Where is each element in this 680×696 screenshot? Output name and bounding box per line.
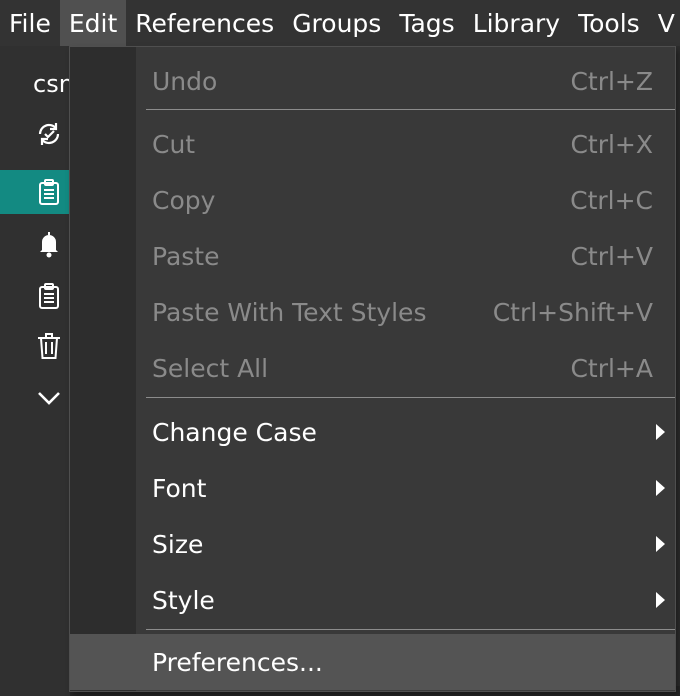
menu-item-select-all[interactable]: Select All Ctrl+A [70, 340, 675, 396]
menu-item-label: Change Case [152, 417, 317, 447]
library-name[interactable]: csn [33, 70, 74, 98]
sync-icon[interactable] [0, 112, 70, 156]
menu-item-label: Paste [152, 241, 220, 271]
submenu-arrow-icon [656, 424, 665, 440]
menu-item-copy[interactable]: Copy Ctrl+C [70, 172, 675, 228]
menu-item-label: Copy [152, 185, 216, 215]
clipboard-icon[interactable] [0, 170, 70, 214]
submenu-arrow-icon [656, 536, 665, 552]
menu-separator [146, 629, 675, 630]
edit-menu-dropdown: Undo Ctrl+Z Cut Ctrl+X Copy Ctrl+C Paste… [69, 46, 676, 692]
menu-item-shortcut: Ctrl+Z [570, 66, 653, 96]
menu-tags[interactable]: Tags [390, 0, 463, 46]
menu-item-change-case[interactable]: Change Case [70, 404, 675, 460]
menu-item-font[interactable]: Font [70, 460, 675, 516]
menu-item-label: Font [152, 473, 207, 503]
submenu-arrow-icon [656, 592, 665, 608]
menu-item-paste-with-text-styles[interactable]: Paste With Text Styles Ctrl+Shift+V [70, 284, 675, 340]
menu-bar: File Edit References Groups Tags Library… [0, 0, 680, 46]
menu-item-shortcut: Ctrl+V [570, 241, 653, 271]
clipboard-icon[interactable] [0, 274, 70, 318]
menu-view[interactable]: V [649, 0, 680, 46]
menu-item-style[interactable]: Style [70, 572, 675, 628]
menu-item-shortcut: Ctrl+X [570, 129, 653, 159]
menu-item-shortcut: Ctrl+Shift+V [492, 297, 653, 327]
menu-item-undo[interactable]: Undo Ctrl+Z [70, 53, 675, 109]
menu-item-cut[interactable]: Cut Ctrl+X [70, 116, 675, 172]
bell-icon[interactable] [0, 222, 70, 266]
menu-item-label: Paste With Text Styles [152, 297, 427, 327]
menu-item-size[interactable]: Size [70, 516, 675, 572]
menu-item-preferences[interactable]: Preferences... [70, 634, 675, 690]
menu-references[interactable]: References [126, 0, 283, 46]
menu-item-label: Size [152, 529, 204, 559]
menu-item-label: Preferences... [152, 647, 323, 677]
menu-item-label: Select All [152, 353, 269, 383]
trash-icon[interactable] [0, 324, 70, 368]
menu-groups[interactable]: Groups [283, 0, 390, 46]
menu-item-shortcut: Ctrl+C [570, 185, 653, 215]
menu-separator [146, 109, 675, 110]
menu-item-paste[interactable]: Paste Ctrl+V [70, 228, 675, 284]
menu-item-shortcut: Ctrl+A [570, 353, 653, 383]
chevron-down-icon[interactable] [0, 376, 70, 420]
menu-file[interactable]: File [0, 0, 60, 46]
menu-item-label: Undo [152, 66, 218, 96]
menu-item-label: Cut [152, 129, 196, 159]
menu-separator [146, 397, 675, 398]
submenu-arrow-icon [656, 480, 665, 496]
menu-item-label: Style [152, 585, 215, 615]
menu-edit[interactable]: Edit [59, 0, 127, 46]
menu-tools[interactable]: Tools [569, 0, 649, 46]
menu-library[interactable]: Library [464, 0, 569, 46]
